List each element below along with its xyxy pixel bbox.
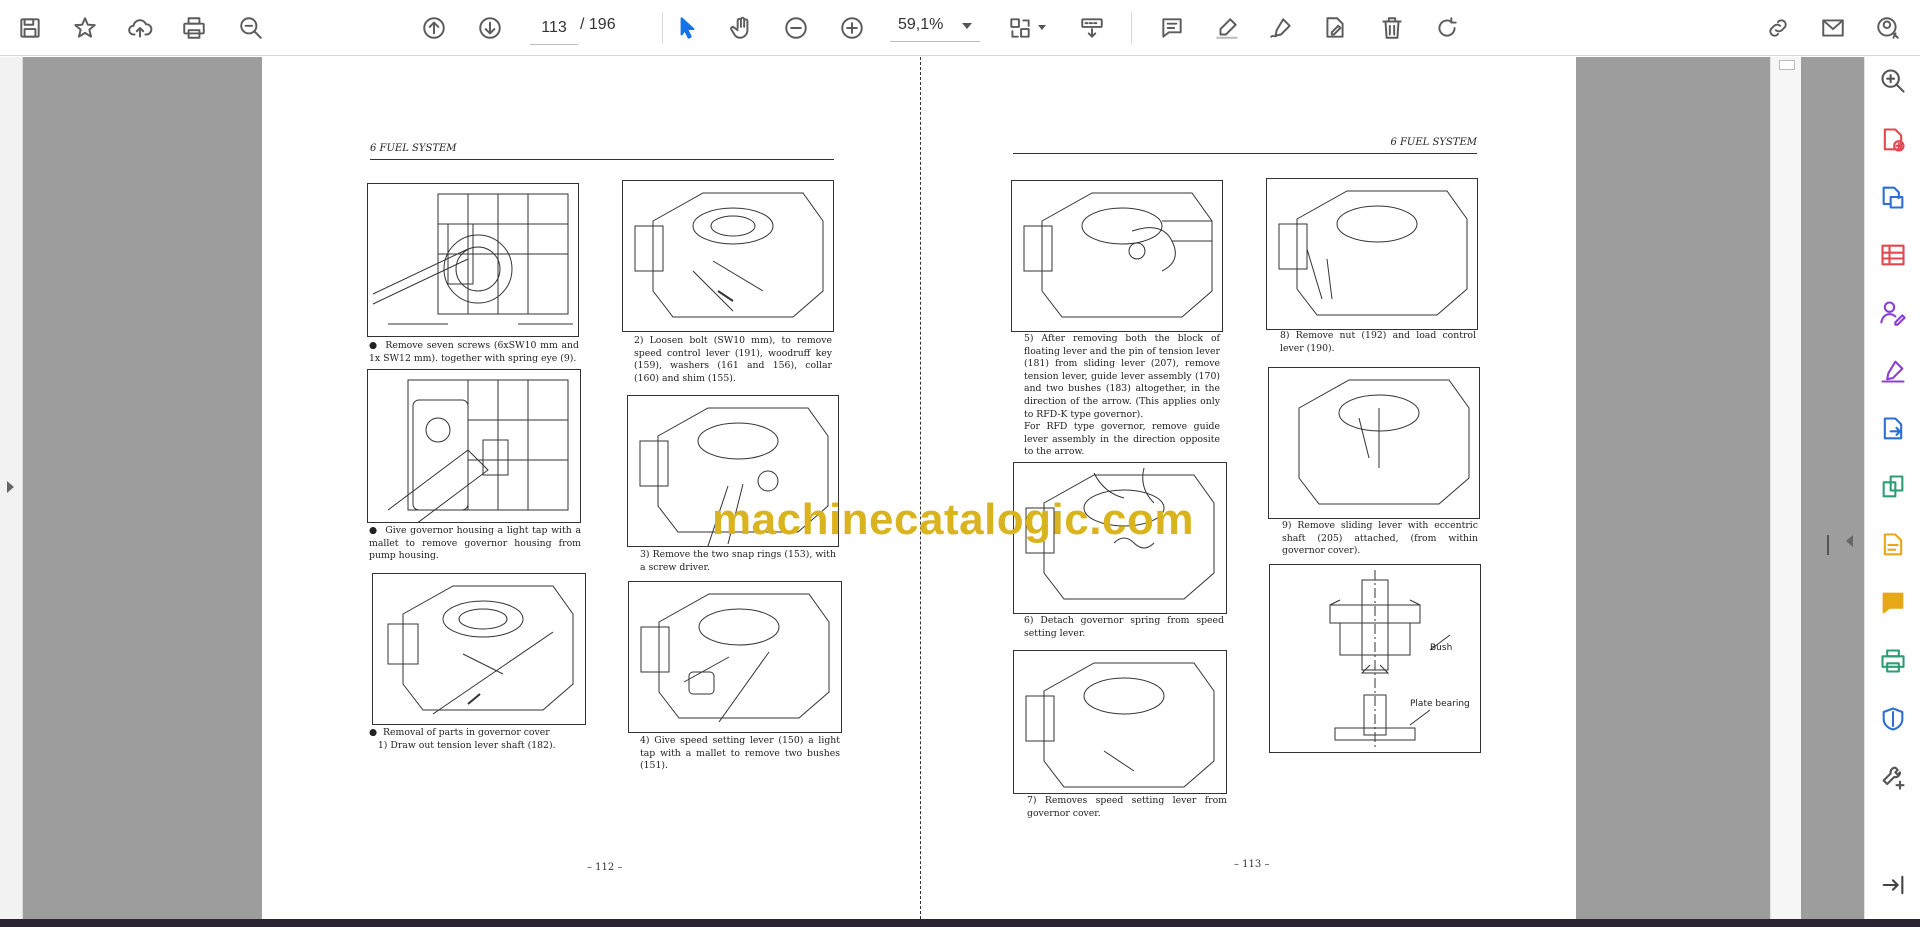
zoom-select[interactable]: 59,1%: [890, 12, 980, 42]
page-divider: [920, 57, 921, 919]
caption-load-control-lever: 8) Remove nut (192) and load control lev…: [1280, 330, 1476, 354]
left-page-header: 6 FUEL SYSTEM: [370, 143, 834, 160]
zoom-icon[interactable]: [1877, 65, 1909, 97]
figure-floating-lever: [1011, 180, 1223, 332]
edit-pdf-icon[interactable]: [1877, 529, 1909, 561]
page-up-icon[interactable]: [416, 10, 452, 46]
right-page-number: – 113 –: [1234, 859, 1270, 870]
fill-sign-icon[interactable]: [1317, 10, 1353, 46]
delete-icon[interactable]: [1374, 10, 1410, 46]
export-pdf-icon[interactable]: [1877, 181, 1909, 213]
zoom-value: 59,1%: [898, 16, 944, 33]
export-file-icon[interactable]: [1877, 413, 1909, 445]
caption-loosen-bolt: 2) Loosen bolt (SW10 mm), to remove spee…: [634, 335, 832, 384]
upload-cloud-icon[interactable]: [122, 10, 158, 46]
left-page-number: – 112 –: [587, 862, 623, 873]
caption-speed-setting-lever: 4) Give speed setting lever (150) a ligh…: [640, 735, 840, 772]
figure-loosen-bolt: [622, 180, 834, 332]
top-toolbar: / 196 59,1%: [0, 0, 1920, 56]
figure-remove-speed-lever: [1013, 650, 1227, 794]
zoom-search-icon[interactable]: [233, 10, 269, 46]
chevron-down-icon[interactable]: [1038, 25, 1046, 30]
rotate-icon[interactable]: [1429, 10, 1465, 46]
figure-bush-plate-bearing: Bush Plate bearing: [1269, 564, 1481, 753]
hand-pan-icon[interactable]: [724, 10, 760, 46]
caption-governor-cover: ● Removal of parts in governor cover 1) …: [369, 727, 556, 751]
scroll-thumb[interactable]: [1779, 60, 1795, 70]
collapse-panel-icon[interactable]: [1877, 869, 1909, 901]
page-down-icon[interactable]: [472, 10, 508, 46]
label-bush: Bush: [1430, 643, 1453, 653]
caption-remove-speed-lever: 7) Removes speed setting lever from gove…: [1027, 795, 1227, 819]
fill-sign-tool-icon[interactable]: [1877, 355, 1909, 387]
account-icon[interactable]: [1870, 10, 1906, 46]
bookmark-star-icon[interactable]: [67, 10, 103, 46]
email-icon[interactable]: [1815, 10, 1851, 46]
caption-floating-lever: 5) After removing both the block of floa…: [1024, 333, 1220, 458]
watermark: machinecatalogic.com: [712, 495, 1194, 544]
panel-resize-handle[interactable]: [1827, 535, 1829, 555]
zoom-in-icon[interactable]: [834, 10, 870, 46]
draw-signature-icon[interactable]: [1263, 10, 1299, 46]
right-tools-panel: [1864, 57, 1920, 919]
chevron-down-icon: [962, 23, 972, 29]
figure-remove-screws: [367, 183, 579, 337]
comment-tool-icon[interactable]: [1877, 587, 1909, 619]
highlight-pen-icon[interactable]: [1209, 10, 1245, 46]
organize-pages-icon[interactable]: [1877, 239, 1909, 271]
request-signature-icon[interactable]: [1877, 297, 1909, 329]
compress-icon[interactable]: [1877, 471, 1909, 503]
taskbar-strip: [0, 919, 1920, 927]
more-tools-icon[interactable]: [1877, 761, 1909, 793]
vertical-scrollbar[interactable]: [1770, 57, 1801, 919]
figure-speed-setting-lever: [628, 581, 842, 733]
right-page-header: 6 FUEL SYSTEM: [1013, 137, 1477, 154]
create-pdf-icon[interactable]: [1877, 124, 1909, 156]
scroll-mode-icon[interactable]: [1074, 10, 1110, 46]
chevron-right-icon: [7, 481, 14, 493]
caption-sliding-lever: 9) Remove sliding lever with eccentric s…: [1282, 520, 1478, 557]
figure-governor-housing-tap: [367, 369, 581, 523]
share-link-icon[interactable]: [1760, 10, 1796, 46]
select-cursor-icon[interactable]: [669, 10, 705, 46]
caption-remove-screws: ● Remove seven screws (6xSW10 mm and 1x …: [369, 340, 579, 364]
left-panel-toggle[interactable]: [0, 57, 23, 919]
page-total: / 196: [580, 16, 616, 33]
protect-icon[interactable]: [1877, 703, 1909, 735]
caption-governor-spring: 6) Detach governor spring from speed set…: [1024, 615, 1224, 639]
print-production-icon[interactable]: [1877, 645, 1909, 677]
figure-sliding-lever: [1268, 367, 1480, 519]
figure-load-control-lever: [1266, 178, 1478, 330]
page-fit-icon[interactable]: [1002, 10, 1038, 46]
print-icon[interactable]: [176, 10, 212, 46]
label-plate-bearing: Plate bearing: [1410, 699, 1470, 709]
figure-governor-cover-parts: [372, 573, 586, 725]
page-number-input[interactable]: [530, 12, 578, 45]
document-workspace[interactable]: 6 FUEL SYSTEM ● Remove seven screws (6xS…: [0, 57, 1870, 919]
caption-snap-rings: 3) Remove the two snap rings (153), with…: [640, 549, 836, 573]
save-icon[interactable]: [12, 10, 48, 46]
caption-governor-housing-tap: ● Give governor housing a light tap with…: [369, 525, 581, 562]
chevron-left-icon[interactable]: [1846, 535, 1853, 547]
comment-icon[interactable]: [1154, 10, 1190, 46]
document-spread: 6 FUEL SYSTEM ● Remove seven screws (6xS…: [262, 57, 1576, 919]
zoom-out-icon[interactable]: [778, 10, 814, 46]
